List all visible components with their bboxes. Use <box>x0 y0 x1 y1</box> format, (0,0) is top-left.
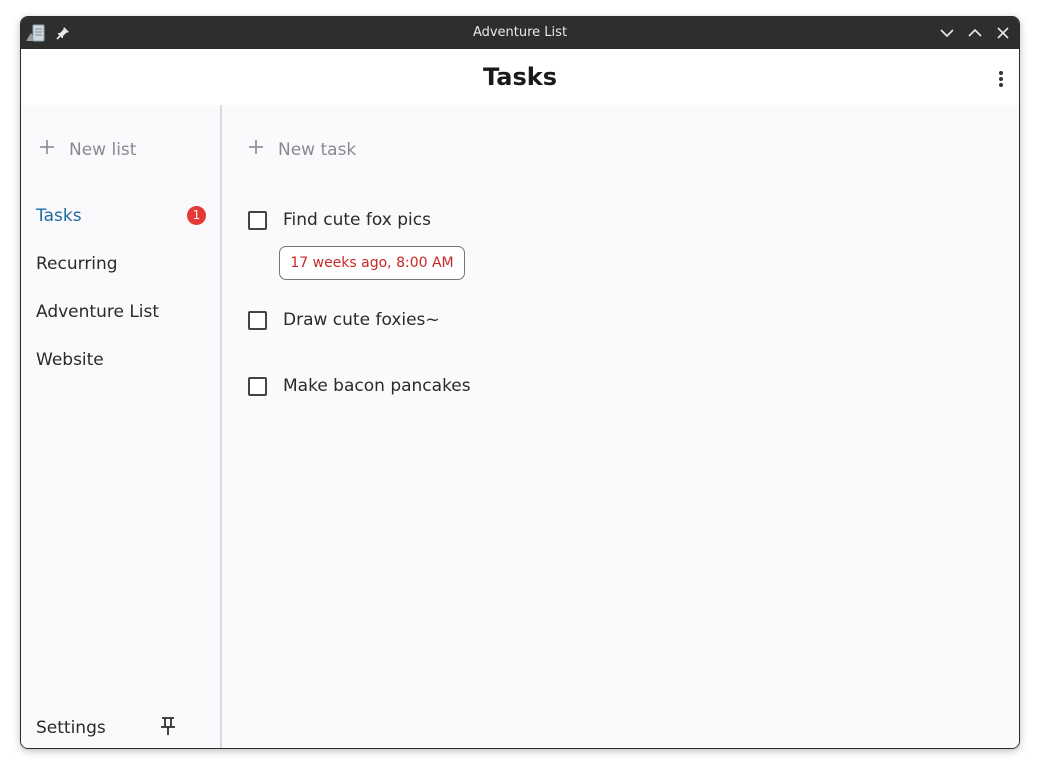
chevron-up-icon[interactable] <box>965 23 985 43</box>
checkbox-icon[interactable] <box>248 310 267 330</box>
titlebar[interactable]: Adventure List <box>21 17 1019 49</box>
main-panel: New task Find cute fox pics 17 weeks ago… <box>222 105 1019 748</box>
close-icon[interactable] <box>993 23 1013 43</box>
checkbox-icon[interactable] <box>248 210 267 230</box>
count-badge: 1 <box>187 206 206 225</box>
window-controls <box>937 23 1013 43</box>
pin-icon[interactable] <box>159 716 177 736</box>
task-item: Find cute fox pics <box>248 210 431 230</box>
sidebar-item-tasks[interactable]: Tasks 1 <box>36 202 206 230</box>
sidebar-item-label: Recurring <box>36 254 118 274</box>
new-list-label: New list <box>69 139 137 160</box>
plus-icon <box>39 139 55 160</box>
app-window: Adventure List Tasks New list Tasks 1 Re… <box>20 16 1020 749</box>
due-date-chip[interactable]: 17 weeks ago, 8:00 AM <box>279 246 465 280</box>
more-vertical-icon[interactable] <box>991 67 1011 91</box>
sidebar-item-recurring[interactable]: Recurring <box>36 250 206 278</box>
page-title: Tasks <box>482 63 557 91</box>
window-title: Adventure List <box>472 25 568 40</box>
sidebar-item-website[interactable]: Website <box>36 346 206 374</box>
plus-icon <box>248 139 264 160</box>
sidebar-item-label: Tasks <box>36 206 82 226</box>
header: Tasks <box>21 49 1019 105</box>
task-title[interactable]: Make bacon pancakes <box>283 376 471 396</box>
new-task-label: New task <box>278 139 357 160</box>
new-list-button[interactable]: New list <box>39 139 136 160</box>
sidebar-item-label: Adventure List <box>36 302 160 322</box>
chevron-down-icon[interactable] <box>937 23 957 43</box>
sidebar: New list Tasks 1 Recurring Adventure Lis… <box>21 105 222 748</box>
task-title[interactable]: Draw cute foxies~ <box>283 310 440 330</box>
new-task-button[interactable]: New task <box>248 139 356 160</box>
sidebar-item-adventure-list[interactable]: Adventure List <box>36 298 206 326</box>
sidebar-item-label: Website <box>36 350 104 370</box>
task-title[interactable]: Find cute fox pics <box>283 210 431 230</box>
task-item: Draw cute foxies~ <box>248 310 440 330</box>
settings-button[interactable]: Settings <box>36 718 106 738</box>
checkbox-icon[interactable] <box>248 376 267 396</box>
task-item: Make bacon pancakes <box>248 376 471 396</box>
